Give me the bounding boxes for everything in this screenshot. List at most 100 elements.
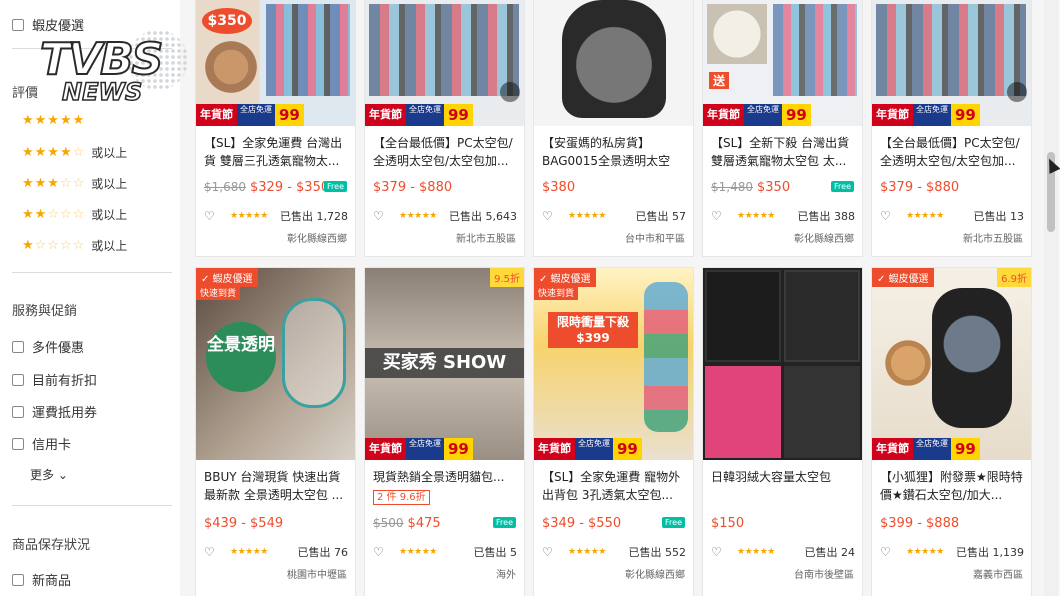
page-scrollbar[interactable] <box>1044 0 1058 596</box>
product-image[interactable]: 送 年貨節 全店免運 99 <box>703 0 862 126</box>
product-price: $150 <box>711 516 745 531</box>
backpack-photo <box>932 288 1012 428</box>
heart-icon[interactable]: ♡ <box>880 209 900 223</box>
heart-icon[interactable]: ♡ <box>373 209 393 223</box>
heart-icon[interactable]: ♡ <box>880 545 900 559</box>
condition-heading: 商品保存狀況 <box>12 538 91 553</box>
product-title[interactable]: 日韓羽絨大容量太空包 <box>711 468 855 504</box>
rating-filter-3[interactable]: ★★★☆☆ 或以上 <box>22 175 127 192</box>
heart-icon[interactable]: ♡ <box>542 545 562 559</box>
checkbox-icon[interactable] <box>12 437 24 450</box>
checkbox-icon[interactable] <box>12 405 24 418</box>
product-title[interactable]: 【SL】全家免運費 寵物外出背包 3孔透氣太空包... <box>542 468 686 504</box>
product-title[interactable]: 【SL】全新下殺 台灣出貨 雙層透氣寵物太空包 太... <box>711 134 855 170</box>
product-meta: ♡ ★★★★★ 已售出 1,728 <box>204 209 348 223</box>
product-card[interactable]: 年貨節 全店免運 99 【全台最低價】PC太空包/全透明太空包/太空包加... $3… <box>872 0 1031 256</box>
product-card[interactable]: 送 年貨節 全店免運 99 【SL】全新下殺 台灣出貨 雙層透氣寵物太空包 太...… <box>703 0 862 256</box>
product-card[interactable]: $350 年貨節 全店免運 99 【SL】全家免運費 台灣出貨 雙層三孔透氣寵物太.… <box>196 0 355 256</box>
product-image[interactable]: 年貨節 全店免運 99 <box>365 0 524 126</box>
bundle-deal-tag: 2 件 9.6折 <box>373 490 430 505</box>
product-card[interactable]: 限時衝量下殺 $399 ✓ 蝦皮優選 快速到貨 年貨節 全店免運 99 【SL】全家… <box>534 268 693 596</box>
filter-label: 蝦皮優選 <box>32 19 85 34</box>
heart-icon[interactable]: ♡ <box>542 209 562 223</box>
product-meta: ♡ ★★★★★ 已售出 13 <box>880 209 1024 223</box>
rating-filter-4[interactable]: ★★★★☆ 或以上 <box>22 144 127 161</box>
product-title[interactable]: 【SL】全家免運費 台灣出貨 雙層三孔透氣寵物太... <box>204 134 348 170</box>
product-image[interactable]: 年貨節 全店免運 99 <box>872 0 1031 126</box>
promo-banner: 年貨節 全店免運 99 <box>365 104 524 126</box>
chevron-down-icon: ⌄ <box>57 468 68 482</box>
checkbox-icon[interactable] <box>12 573 24 586</box>
heart-icon[interactable]: ♡ <box>204 209 224 223</box>
product-card[interactable]: 年貨節 全店免運 99 【全台最低價】PC太空包/全透明太空包/太空包加... $3… <box>365 0 524 256</box>
product-card[interactable]: ✓ 蝦皮優選 6.9折 年貨節 全店免運 99 【小狐狸】附發票★限時特價★鑽石太空… <box>872 268 1031 596</box>
product-image[interactable]: ✓ 蝦皮優選 6.9折 年貨節 全店免運 99 <box>872 268 1031 460</box>
product-title[interactable]: 【全台最低價】PC太空包/全透明太空包/太空包加... <box>373 134 517 170</box>
product-location: 新北市五股區 <box>963 234 1023 245</box>
checkbox-icon[interactable] <box>12 340 24 353</box>
divider <box>12 505 172 506</box>
cat-photo <box>880 338 936 388</box>
filter-shipping-voucher[interactable]: 運費抵用券 <box>12 402 97 421</box>
product-title[interactable]: 【全台最低價】PC太空包/全透明太空包/太空包加... <box>880 134 1024 170</box>
product-title[interactable]: BBUY 台灣現貨 快速出貨 最新款 全景透明太空包 ... <box>204 468 348 504</box>
heart-icon[interactable]: ♡ <box>204 545 224 559</box>
checkbox-icon[interactable] <box>12 373 24 386</box>
product-image[interactable]: 限時衝量下殺 $399 ✓ 蝦皮優選 快速到貨 年貨節 全店免運 99 <box>534 268 693 460</box>
product-title[interactable]: 【小狐狸】附發票★限時特價★鑽石太空包/加大... <box>880 468 1024 504</box>
product-location: 海外 <box>496 570 516 581</box>
filter-label: 目前有折扣 <box>32 374 98 389</box>
product-card[interactable]: 买家秀 SHOW 9.5折 年貨節 全店免運 99 現貨熱銷全景透明貓包... 2 … <box>365 268 524 596</box>
product-location: 彰化縣線西鄉 <box>625 570 685 581</box>
more-button[interactable]: 更多 ⌄ <box>30 466 68 483</box>
rating-label: 或以上 <box>91 146 128 160</box>
heart-icon[interactable]: ♡ <box>373 545 393 559</box>
product-title[interactable]: 【安蛋媽的私房貨】BAG0015全景透明太空包... <box>542 134 686 170</box>
product-image[interactable] <box>703 268 862 460</box>
star-icons: ★☆☆☆☆ <box>22 238 86 253</box>
promo-banner: 年貨節 全店免運 99 <box>534 438 693 460</box>
bag-photo-4 <box>784 366 860 458</box>
bag-photo-3 <box>705 366 781 458</box>
heart-icon[interactable]: ♡ <box>711 545 731 559</box>
checkbox-icon[interactable] <box>12 18 24 31</box>
product-location: 新北市五股區 <box>456 234 516 245</box>
rating-filter-1[interactable]: ★☆☆☆☆ 或以上 <box>22 237 127 254</box>
product-card[interactable]: 【安蛋媽的私房貨】BAG0015全景透明太空包... $380 ♡★★★★★已售… <box>534 0 693 256</box>
rating-filter-5[interactable]: ★★★★★ <box>22 113 85 128</box>
rating-stars: ★★★★★ <box>230 547 268 557</box>
product-image[interactable]: $350 年貨節 全店免運 99 <box>196 0 355 126</box>
product-card[interactable]: 全景透明 ✓ 蝦皮優選 快速到貨 BBUY 台灣現貨 快速出貨 最新款 全景透明… <box>196 268 355 596</box>
bag-photo-1 <box>705 270 781 362</box>
rating-filter-2[interactable]: ★★☆☆☆ 或以上 <box>22 206 127 223</box>
product-location: 嘉義市西區 <box>973 570 1023 581</box>
discount-badge: 6.9折 <box>997 268 1031 287</box>
filter-multi-discount[interactable]: 多件優惠 <box>12 337 84 356</box>
filter-shopee-pick[interactable]: 蝦皮優選 <box>12 15 84 34</box>
backpack-photo <box>282 298 346 408</box>
product-meta: ♡ ★★★★★ 已售出 5,643 <box>373 209 517 223</box>
price-sticker: $350 <box>202 8 252 34</box>
product-meta: ♡ ★★★★★ 已售出 1,139 <box>880 545 1024 559</box>
service-heading: 服務與促銷 <box>12 304 78 319</box>
filter-credit-card[interactable]: 信用卡 <box>12 434 71 453</box>
product-image[interactable]: 买家秀 SHOW 9.5折 年貨節 全店免運 99 <box>365 268 524 460</box>
promo-banner: 年貨節 全店免運 99 <box>196 104 355 126</box>
product-image[interactable]: 全景透明 ✓ 蝦皮優選 快速到貨 <box>196 268 355 460</box>
product-meta: ♡ ★★★★★ 已售出 5 <box>373 545 517 559</box>
product-title[interactable]: 現貨熱銷全景透明貓包... <box>373 468 517 486</box>
filter-label: 多件優惠 <box>32 341 85 356</box>
product-price: $380 <box>542 180 576 195</box>
rating-stars: ★★★★★ <box>399 211 437 221</box>
backpack-grid <box>369 4 519 96</box>
divider <box>12 272 172 273</box>
product-meta: ♡ ★★★★★ 已售出 76 <box>204 545 348 559</box>
product-meta: ♡ ★★★★★ 已售出 388 <box>711 209 855 223</box>
filter-discount[interactable]: 目前有折扣 <box>12 370 97 389</box>
product-image[interactable] <box>534 0 693 126</box>
heart-icon[interactable]: ♡ <box>711 209 731 223</box>
filter-new[interactable]: 新商品 <box>12 570 71 589</box>
product-card[interactable]: 日韓羽絨大容量太空包 $150 ♡ ★★★★★ 已售出 24 台南市後壁區 <box>703 268 862 596</box>
promo-circle: 全景透明 <box>206 322 276 392</box>
product-price: $379 - $880 <box>373 180 453 195</box>
